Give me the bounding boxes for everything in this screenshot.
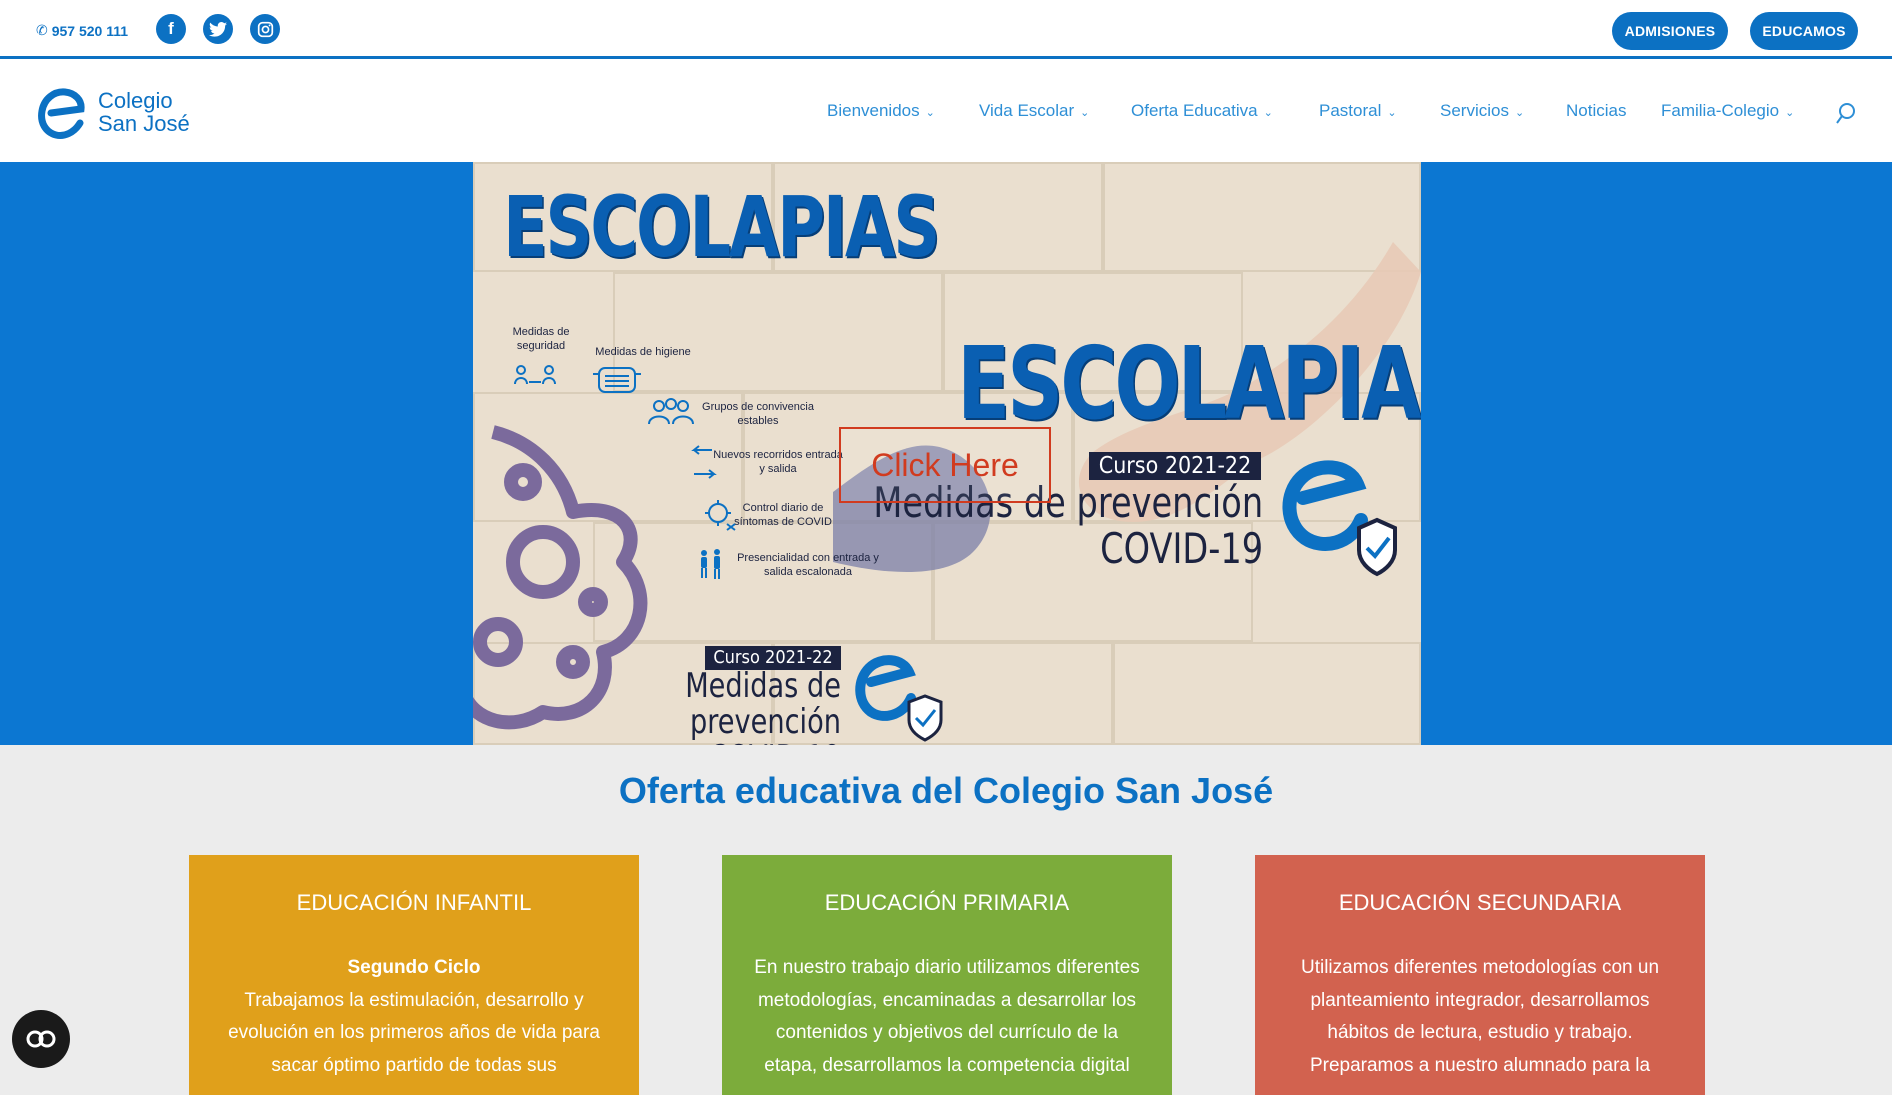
- logo-shield-icon: [1282, 460, 1397, 577]
- nav-item-bienvenidos[interactable]: Bienvenidos ⌄: [827, 101, 935, 121]
- mask-icon: [593, 367, 641, 393]
- phone-icon: ✆: [36, 22, 48, 38]
- card-title: EDUCACIÓN INFANTIL: [296, 890, 532, 915]
- card-title: EDUCACIÓN SECUNDARIA: [1338, 890, 1622, 915]
- phone-link[interactable]: ✆ 957 520 111: [36, 22, 128, 39]
- nav-item-vida-escolar[interactable]: Vida Escolar ⌄: [979, 101, 1089, 121]
- covid-banner[interactable]: ESCOLAPIAS ESCOLAPIAS Medidas de segurid…: [473, 162, 1421, 745]
- logo-line1: Colegio: [98, 88, 173, 113]
- chevron-down-icon: ⌄: [1263, 106, 1273, 119]
- nav-item-servicios[interactable]: Servicios ⌄: [1440, 101, 1524, 121]
- virus-control-icon: [705, 500, 736, 531]
- curso-badge: Curso 2021-22: [1089, 452, 1261, 480]
- logo-line2: San José: [98, 111, 190, 136]
- phone-number: 957 520 111: [51, 22, 129, 39]
- measure-label: Medidas de seguridad: [512, 326, 570, 352]
- educamos-button[interactable]: EDUCAMOS: [1750, 12, 1858, 50]
- measure-label: Medidas de higiene: [595, 346, 691, 358]
- nav-item-familia-colegio[interactable]: Familia-Colegio ⌄: [1661, 101, 1794, 121]
- chevron-down-icon: ⌄: [1514, 106, 1525, 119]
- site-logo[interactable]: Colegio San José: [38, 77, 246, 147]
- group-icon: [648, 398, 694, 425]
- logo-e-icon: [38, 88, 85, 139]
- banner-title-main: ESCOLAPIAS: [957, 325, 1421, 442]
- chevron-down-icon: ⌄: [1080, 106, 1090, 119]
- facebook-icon[interactable]: f: [156, 14, 186, 44]
- route-arrows-icon: [691, 445, 717, 479]
- measure-label: Control diario de síntomas de COVID: [734, 502, 832, 528]
- instagram-icon[interactable]: [250, 14, 280, 44]
- card-title: EDUCACIÓN PRIMARIA: [824, 890, 1070, 915]
- accessibility-icon: [26, 1030, 56, 1048]
- click-here-button[interactable]: Click Here: [839, 427, 1051, 503]
- chevron-down-icon: ⌄: [1387, 106, 1397, 119]
- banner-title-top: ESCOLAPIAS: [503, 178, 940, 276]
- card-text: En nuestro trabajo diario utilizamos dif…: [754, 957, 1140, 1076]
- nav-item-pastoral[interactable]: Pastoral ⌄: [1319, 101, 1397, 121]
- accessibility-button[interactable]: [12, 1010, 70, 1068]
- nav-item-oferta-educativa[interactable]: Oferta Educativa ⌄: [1131, 101, 1273, 121]
- people-distance-icon: [514, 365, 556, 385]
- card-subtitle: Segundo Ciclo: [347, 957, 481, 978]
- admisiones-button[interactable]: ADMISIONES: [1612, 12, 1728, 50]
- measure-label: Grupos de convivencia estables: [702, 401, 814, 427]
- family-walk-icon: [701, 549, 720, 579]
- measure-label: Nuevos recorridos entrada y salida: [713, 449, 843, 475]
- twitter-icon[interactable]: [203, 14, 233, 44]
- measure-label: Presencialidad con entrada y salida esca…: [737, 552, 879, 578]
- card-text: Trabajamos la estimulación, desarrollo y…: [228, 989, 600, 1076]
- chevron-down-icon: ⌄: [1785, 106, 1795, 119]
- medidas-text-small: Medidas de prevención COVID-19: [685, 666, 841, 745]
- section-title: Oferta educativa del Colegio San José: [618, 770, 1274, 811]
- top-bar: ✆ 957 520 111 f ADMISIONES EDUCAMOS: [0, 0, 1892, 59]
- card-educacion-primaria[interactable]: EDUCACIÓN PRIMARIA En nuestro trabajo di…: [722, 855, 1172, 1095]
- card-educacion-secundaria[interactable]: EDUCACIÓN SECUNDARIA Utilizamos diferent…: [1255, 855, 1705, 1095]
- chevron-down-icon: ⌄: [925, 106, 935, 119]
- brick: [1113, 642, 1421, 745]
- logo-shield-small-icon: [855, 655, 943, 742]
- card-educacion-infantil[interactable]: EDUCACIÓN INFANTIL Segundo Ciclo Trabaja…: [189, 855, 639, 1095]
- main-header: Colegio San José Bienvenidos ⌄ Vida Escol…: [0, 59, 1892, 162]
- nav-item-noticias[interactable]: Noticias: [1566, 101, 1626, 121]
- search-icon[interactable]: [1835, 102, 1857, 126]
- card-text: Utilizamos diferentes metodologías con u…: [1300, 957, 1660, 1076]
